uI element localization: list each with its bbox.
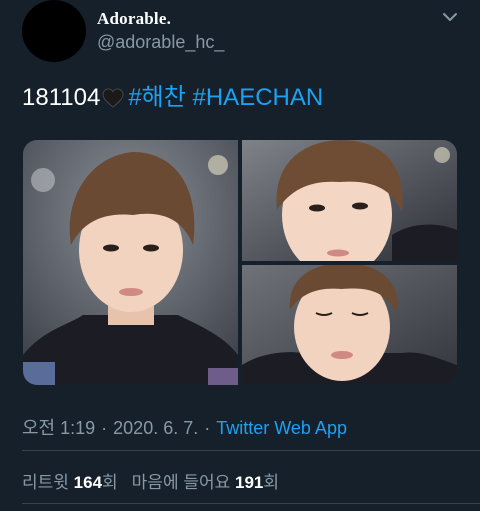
tweet-meta: 오전 1:19 · 2020. 6. 7. · Twitter Web App xyxy=(22,414,347,440)
divider xyxy=(22,450,480,451)
meta-separator: · xyxy=(204,418,211,438)
photo-left[interactable] xyxy=(23,140,238,385)
like-suffix: 회 xyxy=(263,473,279,492)
tweet-source-link[interactable]: Twitter Web App xyxy=(216,418,347,438)
tweet: Adorable. @adorable_hc_ 181104 #해찬 #HAECH… xyxy=(0,0,480,511)
black-heart-icon xyxy=(102,87,124,115)
tweet-time[interactable]: 오전 1:19 xyxy=(22,418,95,438)
display-name[interactable]: Adorable. xyxy=(97,9,171,29)
retweet-stat[interactable]: 리트윗 164회 xyxy=(22,473,118,492)
like-label: 마음에 들어요 xyxy=(131,473,231,492)
meta-separator: · xyxy=(101,418,108,438)
tweet-date[interactable]: 2020. 6. 7. xyxy=(113,418,198,438)
media-grid xyxy=(23,140,457,385)
like-stat[interactable]: 마음에 들어요 191회 xyxy=(132,473,279,492)
photo-top-right[interactable] xyxy=(242,140,457,261)
retweet-count: 164 xyxy=(73,473,103,492)
like-count: 191 xyxy=(234,473,264,492)
retweet-label: 리트윗 xyxy=(22,473,69,492)
chevron-down-icon[interactable] xyxy=(441,8,459,26)
avatar[interactable] xyxy=(22,0,86,62)
tweet-text-prefix: 181104 xyxy=(22,84,101,111)
photo-bottom-right[interactable] xyxy=(242,265,457,385)
tweet-stats: 리트윗 164회 마음에 들어요 191회 xyxy=(22,468,279,493)
tweet-text: 181104 #해찬 #HAECHAN xyxy=(22,84,323,115)
user-handle[interactable]: @adorable_hc_ xyxy=(97,32,224,53)
divider xyxy=(22,503,480,504)
retweet-suffix: 회 xyxy=(102,473,118,492)
hashtag-link[interactable]: #HAECHAN xyxy=(193,84,324,111)
hashtag-link[interactable]: #해찬 xyxy=(128,84,186,111)
